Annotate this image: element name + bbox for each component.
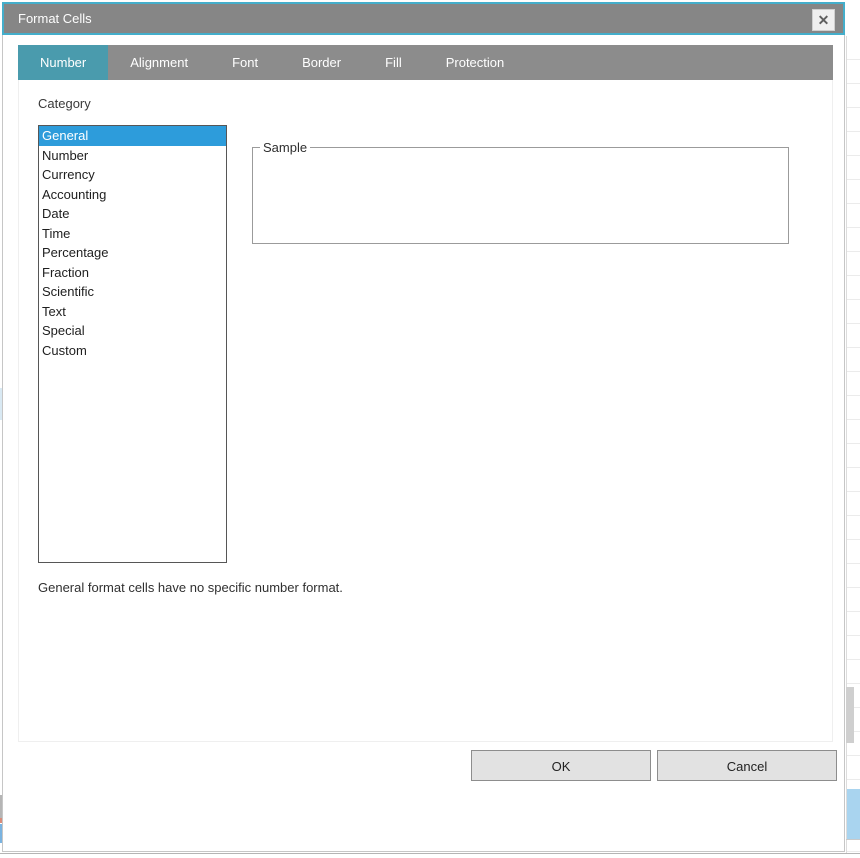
tab-number[interactable]: Number xyxy=(18,45,108,80)
ok-button[interactable]: OK xyxy=(471,750,651,781)
category-item-date[interactable]: Date xyxy=(39,204,226,224)
category-item-currency[interactable]: Currency xyxy=(39,165,226,185)
tab-border[interactable]: Border xyxy=(280,45,363,80)
tab-fill[interactable]: Fill xyxy=(363,45,424,80)
background-scrollbar-fragment xyxy=(846,687,854,743)
category-item-general[interactable]: General xyxy=(39,126,226,146)
close-icon[interactable]: ✕ xyxy=(812,9,835,31)
category-item-accounting[interactable]: Accounting xyxy=(39,185,226,205)
cancel-button[interactable]: Cancel xyxy=(657,750,837,781)
background-gridline xyxy=(846,839,860,840)
category-item-time[interactable]: Time xyxy=(39,224,226,244)
category-label: Category xyxy=(38,96,91,111)
tab-font[interactable]: Font xyxy=(210,45,280,80)
category-item-text[interactable]: Text xyxy=(39,302,226,322)
sample-legend: Sample xyxy=(260,140,310,155)
tab-protection[interactable]: Protection xyxy=(424,45,527,80)
background-bottom-strip xyxy=(0,853,860,858)
category-item-percentage[interactable]: Percentage xyxy=(39,243,226,263)
category-item-scientific[interactable]: Scientific xyxy=(39,282,226,302)
tab-alignment[interactable]: Alignment xyxy=(108,45,210,80)
category-item-special[interactable]: Special xyxy=(39,321,226,341)
category-listbox[interactable]: GeneralNumberCurrencyAccountingDateTimeP… xyxy=(38,125,227,563)
sample-groupbox: Sample xyxy=(252,140,789,244)
background-selection-fragment xyxy=(847,789,860,839)
tab-bar: NumberAlignmentFontBorderFillProtection xyxy=(18,45,833,80)
dialog-titlebar: Format Cells ✕ xyxy=(2,2,845,35)
format-description: General format cells have no specific nu… xyxy=(38,580,343,595)
format-cells-dialog: Format Cells ✕ NumberAlignmentFontBorder… xyxy=(2,2,845,852)
category-item-number[interactable]: Number xyxy=(39,146,226,166)
category-item-fraction[interactable]: Fraction xyxy=(39,263,226,283)
dialog-title: Format Cells xyxy=(18,4,92,33)
category-item-custom[interactable]: Custom xyxy=(39,341,226,361)
screen: Format Cells ✕ NumberAlignmentFontBorder… xyxy=(0,0,860,858)
